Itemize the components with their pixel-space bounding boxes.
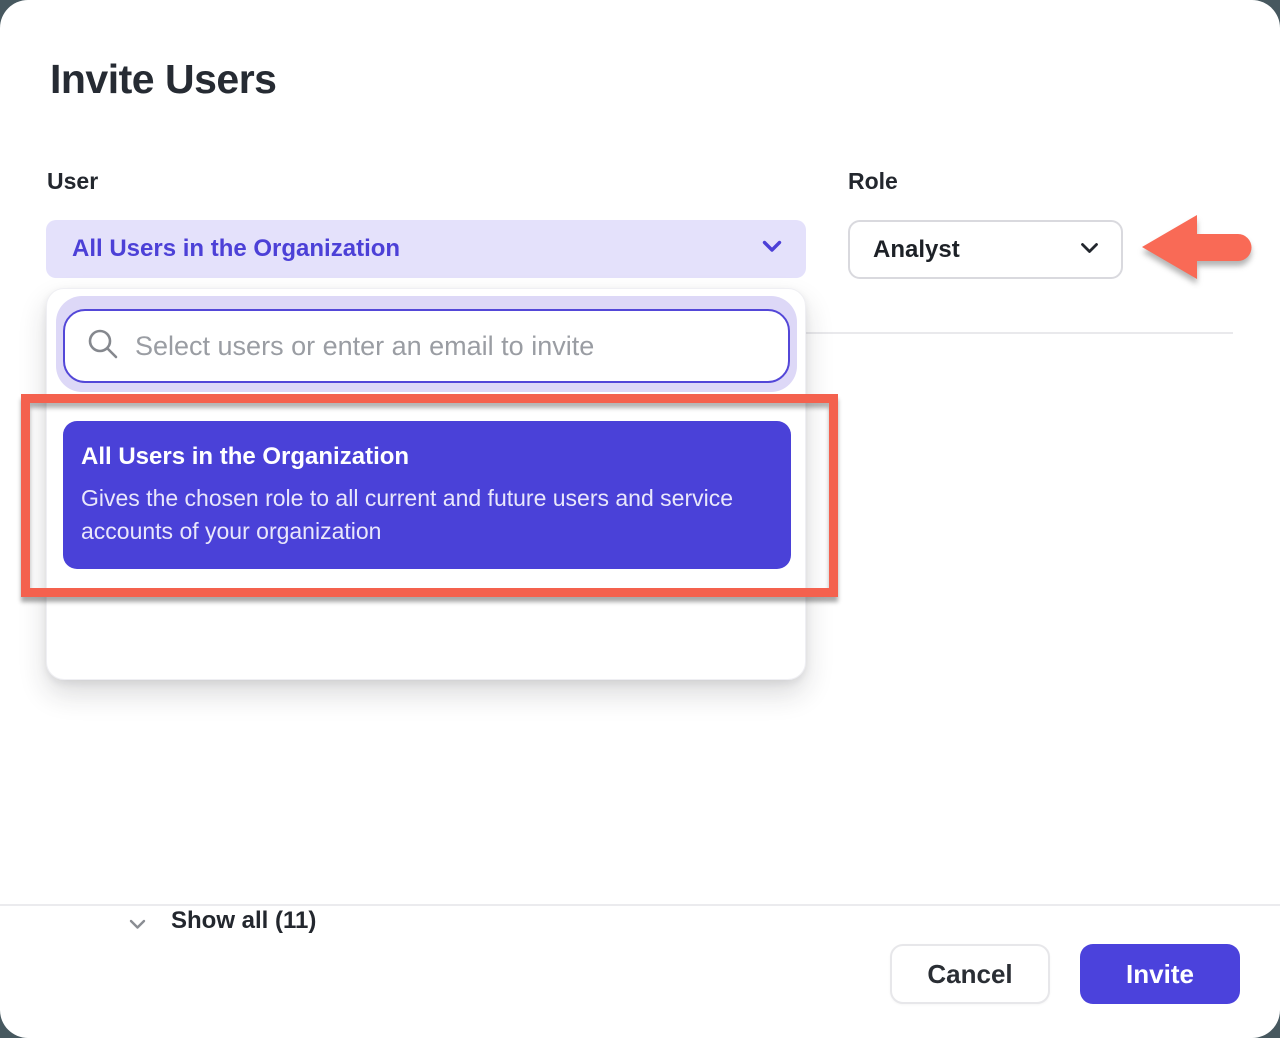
user-dropdown-panel: All Users in the Organization Gives the …	[46, 288, 806, 680]
role-field-label: Role	[848, 168, 898, 195]
invite-users-dialog: Invite Users User All Users in the Organ…	[0, 0, 1280, 1038]
option-all-users-in-organization[interactable]: All Users in the Organization Gives the …	[63, 421, 791, 569]
user-select[interactable]: All Users in the Organization	[46, 220, 806, 278]
user-select-value: All Users in the Organization	[72, 235, 762, 263]
search-icon	[87, 328, 119, 365]
chevron-down-icon	[129, 917, 146, 935]
chevron-down-icon	[1080, 241, 1099, 259]
cancel-button[interactable]: Cancel	[890, 944, 1050, 1004]
chevron-down-icon	[762, 240, 782, 258]
option-description: Gives the chosen role to all current and…	[81, 482, 765, 548]
role-select[interactable]: Analyst	[848, 220, 1123, 279]
annotation-arrow-left-icon	[1138, 207, 1254, 289]
show-all-label: Show all (11)	[171, 907, 316, 935]
option-title: All Users in the Organization	[81, 442, 767, 472]
search-focus-ring	[56, 296, 797, 392]
user-field-label: User	[47, 168, 98, 195]
page-title: Invite Users	[50, 56, 276, 103]
invite-button[interactable]: Invite	[1080, 944, 1240, 1004]
search-input[interactable]	[135, 331, 768, 362]
show-all-toggle[interactable]: Show all (11)	[47, 899, 447, 947]
search-box[interactable]	[63, 309, 790, 383]
role-select-value: Analyst	[873, 236, 1080, 264]
